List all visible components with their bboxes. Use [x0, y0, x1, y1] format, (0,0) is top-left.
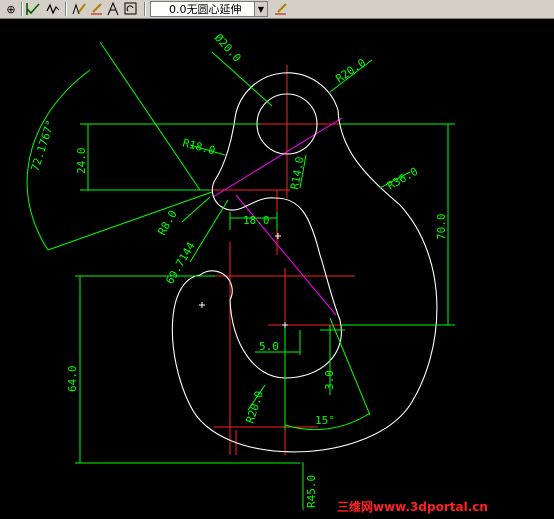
dim-70: 70.0: [435, 214, 448, 241]
wave-icon[interactable]: [44, 1, 62, 17]
dimension-labels: Ø20.0 R20.0 72.1767° 24.0 R18.0 R14.0 R3…: [28, 31, 448, 508]
dim-18: 18.0: [243, 214, 270, 227]
hook-outline: [171, 72, 438, 453]
dimension-style-select[interactable]: 0.0无圆心延伸 ▼: [150, 1, 268, 17]
dim-3: 3.0: [323, 370, 336, 390]
dim-69-7144: 69.7144: [163, 240, 198, 287]
angle15-ext2: [329, 317, 371, 416]
watermark: 三维网www.3dportal.cn: [337, 500, 488, 514]
dim-r8: R8.0: [155, 208, 180, 237]
edit-dim-icon[interactable]: [272, 1, 290, 17]
dim-24: 24.0: [75, 148, 88, 175]
dim-r36: R36.0: [385, 165, 420, 193]
toolbar-separator: [21, 2, 23, 16]
dim-r45: R45.0: [305, 475, 318, 508]
tangent-construction-line-2: [235, 194, 337, 316]
dimension-toolbar: ⊕ 0.0无圆心延伸 ▼: [0, 0, 554, 19]
toolbar-separator: [65, 2, 67, 16]
dim-15deg: 15°: [315, 414, 335, 427]
check-icon[interactable]: [24, 1, 42, 17]
dim-64: 64.0: [66, 366, 79, 393]
toolbar-separator: [144, 2, 146, 16]
chevron-down-icon[interactable]: ▼: [254, 2, 267, 16]
dimension-style-value: 0.0无圆心延伸: [169, 3, 242, 16]
target-icon[interactable]: ⊕: [2, 1, 20, 17]
edit-text-icon[interactable]: [70, 1, 88, 17]
hook-profile: [171, 72, 438, 453]
update-icon[interactable]: [122, 1, 140, 17]
center-marks: [199, 233, 288, 328]
dim-r20-top: R20.0: [333, 56, 368, 85]
dim-r18: R18.0: [181, 136, 216, 157]
dim-r20-bottom: R20.0: [243, 389, 266, 425]
dim-5: 5.0: [259, 340, 279, 353]
text-a-icon[interactable]: [104, 1, 122, 17]
tangent-construction-line: [212, 117, 343, 198]
dim-r14: R14.0: [288, 156, 307, 191]
drawing-canvas[interactable]: Ø20.0 R20.0 72.1767° 24.0 R18.0 R14.0 R3…: [0, 19, 554, 519]
dim-diameter-20: Ø20.0: [212, 31, 244, 64]
angle-72-ext1: [99, 41, 201, 191]
